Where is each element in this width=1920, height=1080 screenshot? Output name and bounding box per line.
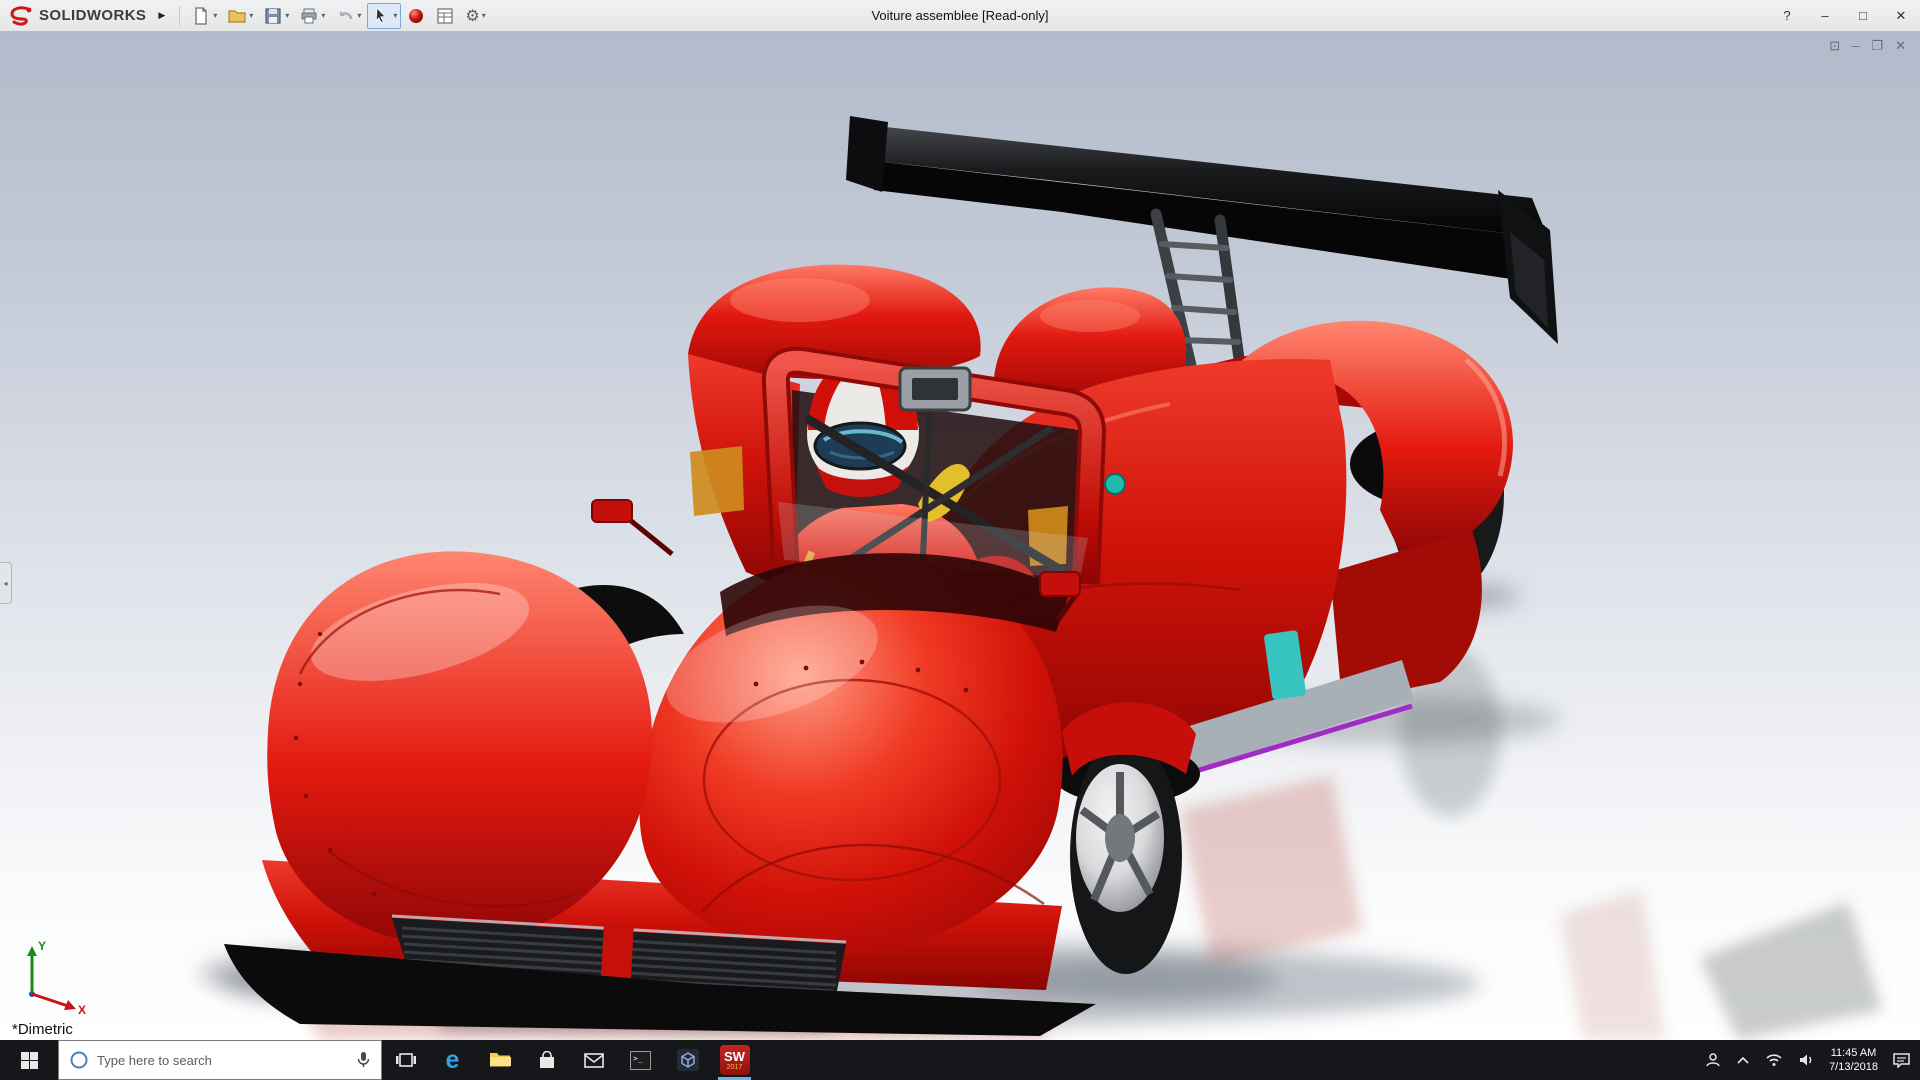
appearance-sphere-button[interactable] [403,3,429,29]
command-prompt-button[interactable]: >_ [617,1040,664,1080]
windows-taskbar: e >_ SW 2017 [0,1040,1920,1080]
window-controls: ? – □ ✕ [1768,0,1920,32]
undo-button[interactable]: ▾ [331,3,365,29]
windows-logo-icon [20,1051,38,1069]
people-icon[interactable] [1705,1052,1721,1068]
file-explorer-icon [489,1053,511,1067]
child-restore-icon[interactable]: ❐ [1871,38,1883,54]
print-icon [301,8,317,23]
solidworks-taskbar-button[interactable]: SW 2017 [711,1040,758,1080]
task-view-icon [395,1053,416,1067]
taskbar-search[interactable] [58,1040,382,1080]
action-center-icon[interactable] [1893,1052,1910,1068]
taskbar-clock[interactable]: 11:45 AM 7/13/2018 [1829,1046,1878,1074]
save-button[interactable]: ▾ [259,3,293,29]
mail-icon [583,1052,604,1068]
gear-icon: ⚙ [465,7,480,25]
caret-icon[interactable]: ▾ [393,11,397,20]
caret-icon[interactable]: ▾ [249,11,253,20]
maximize-button[interactable]: □ [1844,0,1882,32]
brand-text: SOLIDWORKS [39,7,147,24]
child-window-controls: ⊡ – ❐ ✕ [1829,38,1906,54]
wifi-icon[interactable] [1765,1053,1783,1067]
volume-icon[interactable] [1798,1053,1814,1067]
save-icon [265,7,281,24]
menu-expander-icon[interactable]: ▶ [156,10,173,21]
cube-app-icon [676,1049,699,1071]
caret-icon[interactable]: ▾ [482,11,486,20]
search-input[interactable] [97,1052,348,1068]
child-minimize-icon[interactable]: – [1852,38,1859,54]
race-car-model[interactable] [224,116,1558,1036]
feature-tree-collapse-tab[interactable]: ◂ [0,562,12,604]
clock-date: 7/13/2018 [1829,1061,1878,1073]
front-wheel[interactable] [1052,702,1200,974]
store-button[interactable] [523,1040,570,1080]
microphone-icon[interactable] [356,1051,371,1069]
options-button[interactable]: ⚙ ▾ [461,3,489,29]
new-document-button[interactable]: ▾ [187,3,221,29]
system-tray: 11:45 AM 7/13/2018 [1705,1046,1920,1074]
edge-button[interactable]: e [429,1040,476,1080]
print-button[interactable]: ▾ [295,3,329,29]
task-view-button[interactable] [382,1040,429,1080]
appearance-sphere-icon [409,8,424,23]
close-button[interactable]: ✕ [1882,0,1920,32]
start-button[interactable] [0,1040,58,1080]
solidworks-logo: SOLIDWORKS [0,5,156,27]
view-orientation-label: *Dimetric [12,1021,73,1038]
mail-button[interactable] [570,1040,617,1080]
properties-sheet-button[interactable] [431,3,459,29]
nose-body[interactable] [639,553,1068,956]
new-document-icon [195,6,207,25]
solidworks-window: { "titlebar": { "brand": "SOLIDWORKS", "… [0,0,1920,1080]
command-prompt-icon: >_ [630,1050,651,1070]
clock-time: 11:45 AM [1830,1047,1877,1059]
solidworks-app-icon: SW 2017 [719,1045,750,1075]
minimize-button[interactable]: – [1806,0,1844,32]
teal-vent [1104,473,1126,495]
caret-icon[interactable]: ▾ [213,11,217,20]
titlebar: SOLIDWORKS ▶ ▾ ▾ ▾ ▾ ▾ ▾ ⚙ ▾ Voiture ass… [0,0,1920,32]
caret-icon[interactable]: ▾ [321,11,325,20]
triad-x-label: X [78,1003,86,1016]
3d-model-scene[interactable] [0,32,1920,1040]
ds-logo-icon [10,5,32,26]
toolbar-separator [179,5,181,26]
child-pin-icon[interactable]: ⊡ [1829,38,1840,54]
orientation-triad: Y X [27,939,86,1016]
graphics-viewport[interactable]: ⊡ – ❐ ✕ ◂ Y X *Dimetric [0,32,1920,1040]
cortana-icon [70,1051,88,1069]
undo-icon [340,10,353,19]
select-cursor-icon [376,6,387,23]
properties-sheet-icon [437,7,453,24]
store-icon [539,1050,554,1068]
dark-app-button[interactable] [664,1040,711,1080]
triad-y-label: Y [38,939,46,953]
file-explorer-button[interactable] [476,1040,523,1080]
edge-icon: e [445,1045,460,1074]
caret-icon[interactable]: ▾ [357,11,361,20]
caret-icon[interactable]: ▾ [285,11,289,20]
open-button[interactable]: ▾ [223,3,257,29]
select-tool-button[interactable]: ▾ [367,2,402,29]
help-button[interactable]: ? [1768,0,1806,32]
tray-chevron-up-icon[interactable] [1736,1055,1750,1065]
open-folder-icon [228,9,246,23]
collapse-arrow-icon: ◂ [3,578,8,588]
child-close-icon[interactable]: ✕ [1895,38,1906,54]
